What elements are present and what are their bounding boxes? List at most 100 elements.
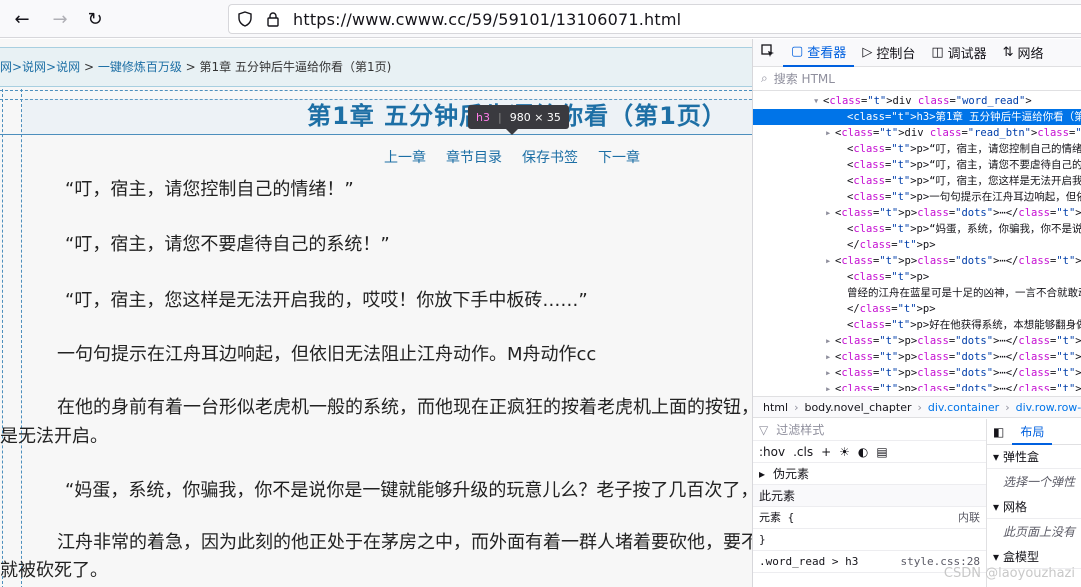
- dom-node[interactable]: </class="t">p>: [753, 237, 1081, 253]
- expand-toggle-icon[interactable]: ▸: [825, 253, 835, 269]
- site-info-shield-icon[interactable]: [233, 7, 257, 31]
- crumb-html[interactable]: html: [763, 401, 788, 414]
- devtools-breadcrumbs: html › body.novel_chapter › div.containe…: [753, 396, 1081, 418]
- collapse-arrow-icon: ▾: [993, 449, 1000, 464]
- paragraph: “叮，宿主，请您控制自己的情绪！”: [65, 179, 354, 200]
- dom-node[interactable]: <class="t">p>“叮，宿主，您这样是无法开启我的，哎哎！你: [753, 173, 1081, 189]
- tab-debugger[interactable]: ◫ 调试器: [923, 39, 994, 67]
- dom-node-selected[interactable]: <class="t">h3>第1章 五分钟后牛逼给你看（第1页）</class=…: [753, 109, 1081, 125]
- breadcrumb-site-link[interactable]: 网>说网>说网: [0, 60, 80, 74]
- watermark: CSDN @laoyouzhazi: [943, 566, 1075, 581]
- dom-node[interactable]: ▾ <class="t">div class="word_read">: [753, 93, 1081, 109]
- filter-styles-input[interactable]: 过滤样式: [776, 419, 824, 441]
- pick-element-button[interactable]: [753, 39, 783, 67]
- dom-node[interactable]: <class="t">p>一句句提示在江舟耳边响起，但依旧无法阻止江: [753, 189, 1081, 205]
- expand-toggle-icon[interactable]: ▸: [825, 205, 835, 221]
- html-search-input[interactable]: 搜索 HTML: [774, 70, 835, 87]
- dom-node-markup: <class="t">p>“叮，宿主，请您不要虐待自己的系统！”</class=…: [847, 159, 1081, 171]
- forward-button[interactable]: →: [48, 7, 72, 31]
- dom-node[interactable]: 曾经的江舟在蓝星可是十足的凶神，一言不合就敢动: [753, 285, 1081, 301]
- crumb-container[interactable]: div.container: [928, 401, 999, 414]
- layout-tabs: ◧ 布局: [987, 419, 1081, 445]
- print-media-icon[interactable]: ▤: [876, 441, 887, 463]
- dom-node-markup: <class="t">div class="word_read">: [823, 95, 1032, 107]
- cls-toggle[interactable]: .cls: [793, 441, 813, 463]
- expand-toggle-icon[interactable]: ▾: [813, 93, 823, 109]
- dom-node[interactable]: ▸ <class="t">p>class="dots">⋯</class="t">…: [753, 365, 1081, 381]
- flexbox-section[interactable]: ▾ 弹性盒: [987, 445, 1081, 469]
- light-mode-icon[interactable]: ☀: [839, 441, 850, 463]
- crumb-row[interactable]: div.row.row-det: [1016, 401, 1081, 414]
- paragraph: 一句句提示在江舟耳边响起，但依旧无法阻止江舟动作。M舟动作cc: [57, 344, 597, 365]
- paragraph: 就被砍死了。: [0, 560, 108, 581]
- filter-styles-row[interactable]: ▽ 过滤样式: [753, 419, 986, 441]
- url-bar[interactable]: https://www.cwww.cc/59/59101/13106071.ht…: [228, 4, 1081, 34]
- expand-toggle-icon[interactable]: ▸: [825, 365, 835, 381]
- expand-toggle-icon[interactable]: ▸: [825, 333, 835, 349]
- next-chapter-link[interactable]: 下一章: [598, 147, 640, 167]
- dom-node-markup: <class="t">p>“妈蛋，系统，你骗我，你不是说你是一键就能: [847, 223, 1081, 235]
- breadcrumb-book-link[interactable]: 一键修炼百万级: [98, 60, 182, 74]
- expand-arrow-icon: ▸: [759, 466, 766, 481]
- this-element-header: 此元素: [753, 485, 986, 507]
- breadcrumb-current: 第1章 五分钟后牛逼给你看（第1页): [199, 60, 392, 74]
- dom-node[interactable]: <class="t">p>: [753, 269, 1081, 285]
- flexbox-hint: 选择一个弹性: [1003, 475, 1076, 489]
- devtools-panel: ▢ 查看器 ▷ 控制台 ◫ 调试器 ⇅ 网络 ⌕ 搜索 HTML ▾ <class…: [752, 39, 1081, 587]
- forward-arrow-icon: →: [52, 8, 68, 30]
- prev-chapter-link[interactable]: 上一章: [384, 147, 426, 167]
- dom-node[interactable]: ▸ <class="t">p>class="dots">⋯</class="t">…: [753, 333, 1081, 349]
- dom-node[interactable]: ▸ <class="t">p>class="dots">⋯</class="t">…: [753, 349, 1081, 365]
- inspector-tooltip: h3 | 980 × 35: [468, 105, 569, 135]
- save-bookmark-link[interactable]: 保存书签: [522, 147, 578, 167]
- element-rule-close: }: [753, 529, 986, 551]
- collapse-arrow-icon: ▾: [993, 549, 1000, 564]
- dom-node[interactable]: <class="t">p>“妈蛋，系统，你骗我，你不是说你是一键就能: [753, 221, 1081, 237]
- dom-node[interactable]: <class="t">p>“叮，宿主，请您不要虐待自己的系统！”</class=…: [753, 157, 1081, 173]
- grid-section[interactable]: ▾ 网格: [987, 495, 1081, 519]
- hov-toggle[interactable]: :hov: [759, 441, 785, 463]
- dom-node-markup: <class="t">p>class="dots">⋯</class="t">p…: [835, 367, 1081, 379]
- dom-node-markup: </class="t">p>: [847, 303, 936, 315]
- dom-node[interactable]: <class="t">p>“叮，宿主，请您控制自己的情绪！”</class="t…: [753, 141, 1081, 157]
- chapter-list-link[interactable]: 章节目录: [446, 147, 502, 167]
- crumb-body[interactable]: body.novel_chapter: [804, 401, 911, 414]
- paragraph: “叮，宿主，您这样是无法开启我的，哎哎！你放下手中板砖……”: [65, 290, 588, 311]
- back-button[interactable]: ←: [10, 7, 34, 31]
- pseudo-elements-row[interactable]: ▸ 伪元素: [753, 463, 986, 485]
- expand-toggle-icon[interactable]: ▸: [825, 125, 835, 141]
- rules-panel: ▽ 过滤样式 :hov .cls + ☀ ◐ ▤ ▸ 伪元素 此元素 元素 { …: [753, 419, 987, 587]
- paragraph: “妈蛋，系统，你骗我，你不是说你是一键就能够升级的玩意儿么？老子按了几百次了，: [65, 480, 752, 501]
- tab-layout[interactable]: 布局: [1012, 419, 1053, 445]
- tab-console[interactable]: ▷ 控制台: [854, 39, 923, 67]
- dom-node-markup: <class="t">h3>第1章 五分钟后牛逼给你看（第1页）</class=…: [847, 111, 1081, 123]
- dom-node-markup: <class="t">p>一句句提示在江舟耳边响起，但依旧无法阻止江: [847, 191, 1081, 203]
- web-page: 网>说网>说网 > 一键修炼百万级 > 第1章 五分钟后牛逼给你看（第1页) h…: [0, 39, 752, 587]
- html-search[interactable]: ⌕ 搜索 HTML: [753, 67, 1081, 91]
- dom-node[interactable]: ▸ <class="t">div class="read_btn">class="…: [753, 125, 1081, 141]
- expand-toggle-icon[interactable]: ▸: [825, 381, 835, 391]
- dom-node[interactable]: ▸ <class="t">p>class="dots">⋯</class="t">…: [753, 205, 1081, 221]
- dom-node-markup: <class="t">div class="read_btn">class="d…: [835, 127, 1081, 139]
- paragraph: “叮，宿主，请您不要虐待自己的系统！”: [65, 234, 390, 255]
- lock-icon[interactable]: [261, 7, 285, 31]
- paragraph: 江舟非常的着急，因为此刻的他正处于在茅房之中，而外面有着一群人堵着要砍他，要不: [57, 532, 752, 553]
- tab-inspector[interactable]: ▢ 查看器: [783, 39, 855, 67]
- dom-node-markup: <class="t">p>好在他获得系统，本想能够翻身做霸主，谁曾想: [847, 319, 1081, 331]
- dom-node-markup: 曾经的江舟在蓝星可是十足的凶神，一言不合就敢动: [847, 287, 1081, 299]
- dom-node-markup: <class="t">p>class="dots">⋯</class="t">p…: [835, 351, 1081, 363]
- add-rule-icon[interactable]: +: [821, 441, 831, 463]
- dom-node-markup: <class="t">p>class="dots">⋯</class="t">p…: [835, 335, 1081, 347]
- dom-node[interactable]: </class="t">p>: [753, 301, 1081, 317]
- dom-node[interactable]: <class="t">p>好在他获得系统，本想能够翻身做霸主，谁曾想: [753, 317, 1081, 333]
- dom-node-markup: <class="t">p>“叮，宿主，请您控制自己的情绪！”</class="t…: [847, 143, 1081, 155]
- inspector-icon: ▢: [791, 44, 804, 59]
- dark-mode-icon[interactable]: ◐: [858, 441, 868, 463]
- dom-node[interactable]: ▸ <class="t">p>class="dots">⋯</class="t">…: [753, 381, 1081, 391]
- pick-element-icon: [761, 43, 775, 62]
- expand-toggle-icon[interactable]: ▸: [825, 349, 835, 365]
- reload-button[interactable]: ↻: [83, 7, 107, 31]
- tab-network[interactable]: ⇅ 网络: [995, 39, 1052, 67]
- collapse-arrow-icon: ▾: [993, 499, 1000, 514]
- dom-node[interactable]: ▸ <class="t">p>class="dots">⋯</class="t">…: [753, 253, 1081, 269]
